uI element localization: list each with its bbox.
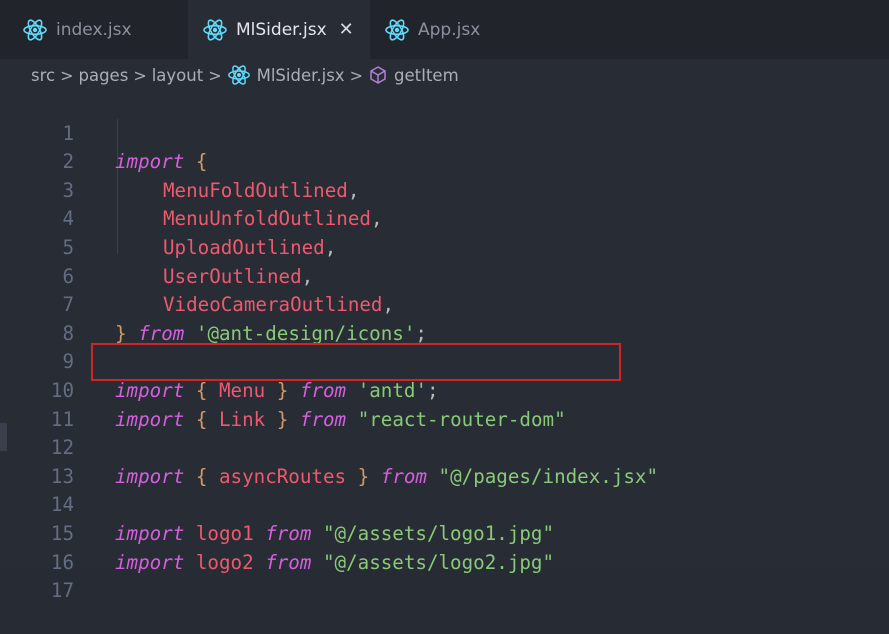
tab-label: App.jsx (418, 19, 481, 40)
code-line-17: 17 (50, 579, 74, 603)
tab-label: MlSider.jsx (236, 19, 327, 40)
cube-symbol-icon (368, 65, 388, 85)
breadcrumb-symbol[interactable]: getItem (394, 66, 459, 85)
tab-index-jsx[interactable]: index.jsx (0, 0, 188, 59)
code-line-5: 5 UserOutlined, (62, 235, 314, 288)
code-line-8: 8 (62, 321, 74, 345)
code-line-4: 4 UploadOutlined, (62, 207, 337, 259)
code-line-6: 6 VideoCameraOutlined, (62, 264, 395, 317)
tab-app-jsx[interactable]: App.jsx (370, 0, 520, 59)
breadcrumb-src[interactable]: src (31, 66, 55, 85)
code-line-15: 15 import logo2 from "@/assets/logo2.jpg… (50, 521, 555, 574)
code-line-16: 16 (50, 550, 74, 574)
code-line-2: 2 MenuFoldOutlined, (62, 150, 360, 202)
breadcrumb-pages[interactable]: pages (79, 66, 129, 85)
react-icon (384, 17, 410, 43)
highlight-box (91, 343, 621, 381)
chevron-right-icon: > (60, 65, 74, 85)
react-icon (22, 17, 48, 43)
breadcrumb: src > pages > layout > MlSider.jsx > get… (0, 59, 889, 91)
code-line-7: 7 } from '@ant-design/icons'; (62, 293, 427, 345)
tab-label: index.jsx (56, 19, 132, 40)
chevron-right-icon: > (349, 65, 363, 85)
code-line-13: 13 (50, 464, 74, 488)
tab-mlsider-jsx[interactable]: MlSider.jsx ✕ (188, 0, 370, 59)
code-line-3: 3 MenuUnfoldOutlined, (62, 178, 383, 231)
breadcrumb-file[interactable]: MlSider.jsx (257, 66, 345, 85)
editor-tab-bar: index.jsx MlSider.jsx ✕ App.jsx (0, 0, 889, 59)
react-icon (227, 63, 251, 87)
code-line-12: 12 import { asyncRoutes } from "@/pages/… (50, 436, 659, 488)
close-icon[interactable]: ✕ (339, 19, 354, 40)
code-editor[interactable]: 1 import { 2 MenuFoldOutlined, 3 MenuUnf… (0, 91, 889, 602)
code-line-11: 11 (50, 407, 74, 431)
code-line-14: 14 import logo1 from "@/assets/logo1.jpg… (50, 493, 555, 545)
react-icon (202, 17, 228, 43)
chevron-right-icon: > (208, 65, 222, 85)
chevron-right-icon: > (133, 65, 147, 85)
breadcrumb-layout[interactable]: layout (152, 66, 203, 85)
code-line-1: 1 import { (62, 121, 208, 174)
